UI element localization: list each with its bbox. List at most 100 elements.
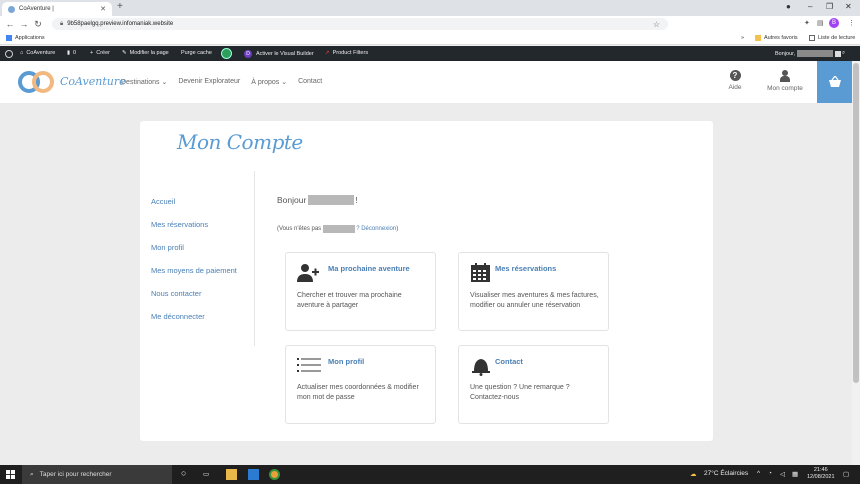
side-menu-contact[interactable]: Nous contacter xyxy=(151,289,237,312)
maximize-icon[interactable]: ❐ xyxy=(826,2,833,11)
vscode-icon[interactable] xyxy=(248,469,259,480)
tray-overflow-icon[interactable]: ^ xyxy=(757,470,760,477)
cortana-icon[interactable]: ○ xyxy=(181,468,186,478)
profile-avatar[interactable]: B xyxy=(829,18,839,28)
file-explorer-icon[interactable] xyxy=(226,469,237,480)
network-icon[interactable]: ◔ xyxy=(768,470,772,477)
scrollbar-thumb[interactable] xyxy=(853,63,859,383)
wp-visual-builder-link[interactable]: D Activer le Visual Builder xyxy=(244,50,314,58)
tile-mon-profil[interactable]: Mon profil Actualiser mes coordonnées & … xyxy=(285,345,436,424)
help-label: Aide xyxy=(728,84,742,91)
bookmarks-overflow-icon[interactable]: » xyxy=(741,35,744,41)
chevron-down-icon: ⌄ xyxy=(161,79,168,86)
folder-icon xyxy=(755,35,761,41)
home-icon: ⌂ xyxy=(20,50,24,56)
bookmark-apps[interactable]: Applications xyxy=(6,35,45,41)
tab-title: CoAventure | xyxy=(19,6,54,12)
extensions-menu-icon[interactable]: ▤ xyxy=(817,19,824,27)
help-icon: ? xyxy=(729,70,741,81)
nav-contact[interactable]: Contact xyxy=(298,78,322,86)
list-icon xyxy=(297,358,321,372)
lock-icon: 🔒︎ xyxy=(60,20,64,27)
cart-button[interactable] xyxy=(817,61,852,103)
tile-description: Visualiser mes aventures & mes factures,… xyxy=(470,292,599,309)
windows-start-icon[interactable] xyxy=(6,470,15,479)
close-tab-icon[interactable]: ✕ xyxy=(100,5,106,13)
wp-site-link[interactable]: ⌂ CoAventure xyxy=(20,50,55,56)
divi-icon: D xyxy=(244,50,252,58)
bookmark-autres-label: Autres favoris xyxy=(764,35,798,41)
wordpress-logo-icon[interactable] xyxy=(5,50,13,58)
logout-link[interactable]: ? Déconnexion xyxy=(356,226,396,232)
url-bar[interactable]: 🔒︎ 9b58paelgq.preview.infomaniak.website… xyxy=(52,18,668,30)
reload-icon[interactable]: ↻ xyxy=(31,19,45,30)
tile-title: Contact xyxy=(495,357,523,366)
tile-description: Chercher et trouver ma prochaine aventur… xyxy=(297,292,402,309)
bookmarks-bar: Applications » Autres favoris Liste de l… xyxy=(0,32,860,45)
record-icon[interactable]: ● xyxy=(786,2,791,11)
forward-icon[interactable]: → xyxy=(17,19,31,29)
volume-icon[interactable]: ◁ xyxy=(780,470,785,478)
taskbar-clock[interactable]: 21:46 12/08/2021 xyxy=(807,467,835,481)
minimize-icon[interactable]: – xyxy=(808,2,812,11)
side-menu-deconnexion[interactable]: Me déconnecter xyxy=(151,312,237,335)
coaventure-logo-icon[interactable] xyxy=(18,70,56,94)
site-favicon-icon xyxy=(8,5,15,13)
bookmark-apps-label: Applications xyxy=(15,35,45,41)
wp-comments-count: 0 xyxy=(73,50,77,56)
account-side-menu: Accueil Mes réservations Mon profil Mes … xyxy=(151,197,237,335)
add-user-icon xyxy=(297,264,319,282)
page-scrollbar[interactable] xyxy=(852,61,860,465)
bookmark-lecture[interactable]: Liste de lecture xyxy=(809,35,855,41)
address-toolbar: ← → ↻ 🔒︎ 9b58paelgq.preview.infomaniak.w… xyxy=(0,16,860,32)
windows-taskbar: ⌕ Taper ici pour rechercher ○ ▭ ☁ 27°C É… xyxy=(0,465,860,484)
greeting: Bonjour ! xyxy=(277,195,358,205)
wp-admin-bar: ⌂ CoAventure ▮ 0 + Créer ✎ Modifier la p… xyxy=(0,46,860,61)
extension-icon[interactable]: ✦ xyxy=(804,19,810,27)
wp-user-menu[interactable]: Bonjour, xyxy=(775,50,842,57)
tile-title: Ma prochaine aventure xyxy=(328,264,410,273)
help-link[interactable]: ? Aide xyxy=(724,70,746,91)
wp-search-icon[interactable]: ⌕ xyxy=(842,50,845,57)
chrome-icon[interactable] xyxy=(269,469,280,480)
tile-mes-reservations[interactable]: Mes réservations Visualiser mes aventure… xyxy=(458,252,609,331)
nav-devenir-explorateur[interactable]: Devenir Explorateur xyxy=(178,78,240,86)
nav-a-propos[interactable]: À propos ⌄ xyxy=(251,78,287,86)
comment-icon: ▮ xyxy=(67,50,71,56)
taskbar-search[interactable]: ⌕ Taper ici pour rechercher xyxy=(22,465,172,484)
wp-edit-link[interactable]: ✎ Modifier la page xyxy=(122,50,169,56)
notifications-icon[interactable]: ▢ xyxy=(843,470,849,478)
side-menu-reservations[interactable]: Mes réservations xyxy=(151,220,237,243)
tile-contact[interactable]: Contact Une question ? Une remarque ? Co… xyxy=(458,345,609,424)
nav-destinations[interactable]: Destinations ⌄ xyxy=(121,78,167,86)
seo-status-icon[interactable] xyxy=(221,48,232,59)
new-tab-icon[interactable]: + xyxy=(117,1,123,12)
redacted-username xyxy=(323,225,356,233)
logo-wordmark[interactable]: CoAventure xyxy=(60,75,126,88)
task-view-icon[interactable]: ▭ xyxy=(203,470,209,478)
calendar-icon xyxy=(471,263,490,282)
close-window-icon[interactable]: ✕ xyxy=(845,2,852,11)
back-icon[interactable]: ← xyxy=(3,19,17,29)
bookmark-autres[interactable]: Autres favoris xyxy=(755,35,798,41)
side-menu-accueil[interactable]: Accueil xyxy=(151,197,237,220)
wp-user-avatar xyxy=(835,50,842,57)
side-menu-paiement[interactable]: Mes moyens de paiement xyxy=(151,266,237,289)
chrome-menu-icon[interactable]: ⋮ xyxy=(848,19,855,27)
wp-product-filters-link[interactable]: ➚ Product Filters xyxy=(325,50,368,56)
url-text: 9b58paelgq.preview.infomaniak.website xyxy=(67,21,174,27)
bookmark-star-icon[interactable]: ☆ xyxy=(653,20,660,29)
browser-tab[interactable]: CoAventure | ✕ xyxy=(2,2,112,16)
clock-time: 21:46 xyxy=(813,467,828,473)
account-link[interactable]: Mon compte xyxy=(762,70,808,92)
weather-text[interactable]: 27°C Éclaircies xyxy=(704,470,748,477)
wp-purge-link[interactable]: Purge cache xyxy=(181,50,212,56)
bell-icon xyxy=(472,359,490,376)
language-indicator-icon[interactable]: ▦ xyxy=(792,470,798,478)
nav-a-propos-label: À propos xyxy=(251,79,280,86)
chevron-down-icon: ⌄ xyxy=(281,79,288,86)
wp-create-link[interactable]: + Créer xyxy=(90,50,110,56)
wp-comments-link[interactable]: ▮ 0 xyxy=(67,50,76,56)
tile-prochaine-aventure[interactable]: Ma prochaine aventure Chercher et trouve… xyxy=(285,252,436,331)
side-menu-profil[interactable]: Mon profil xyxy=(151,243,237,266)
